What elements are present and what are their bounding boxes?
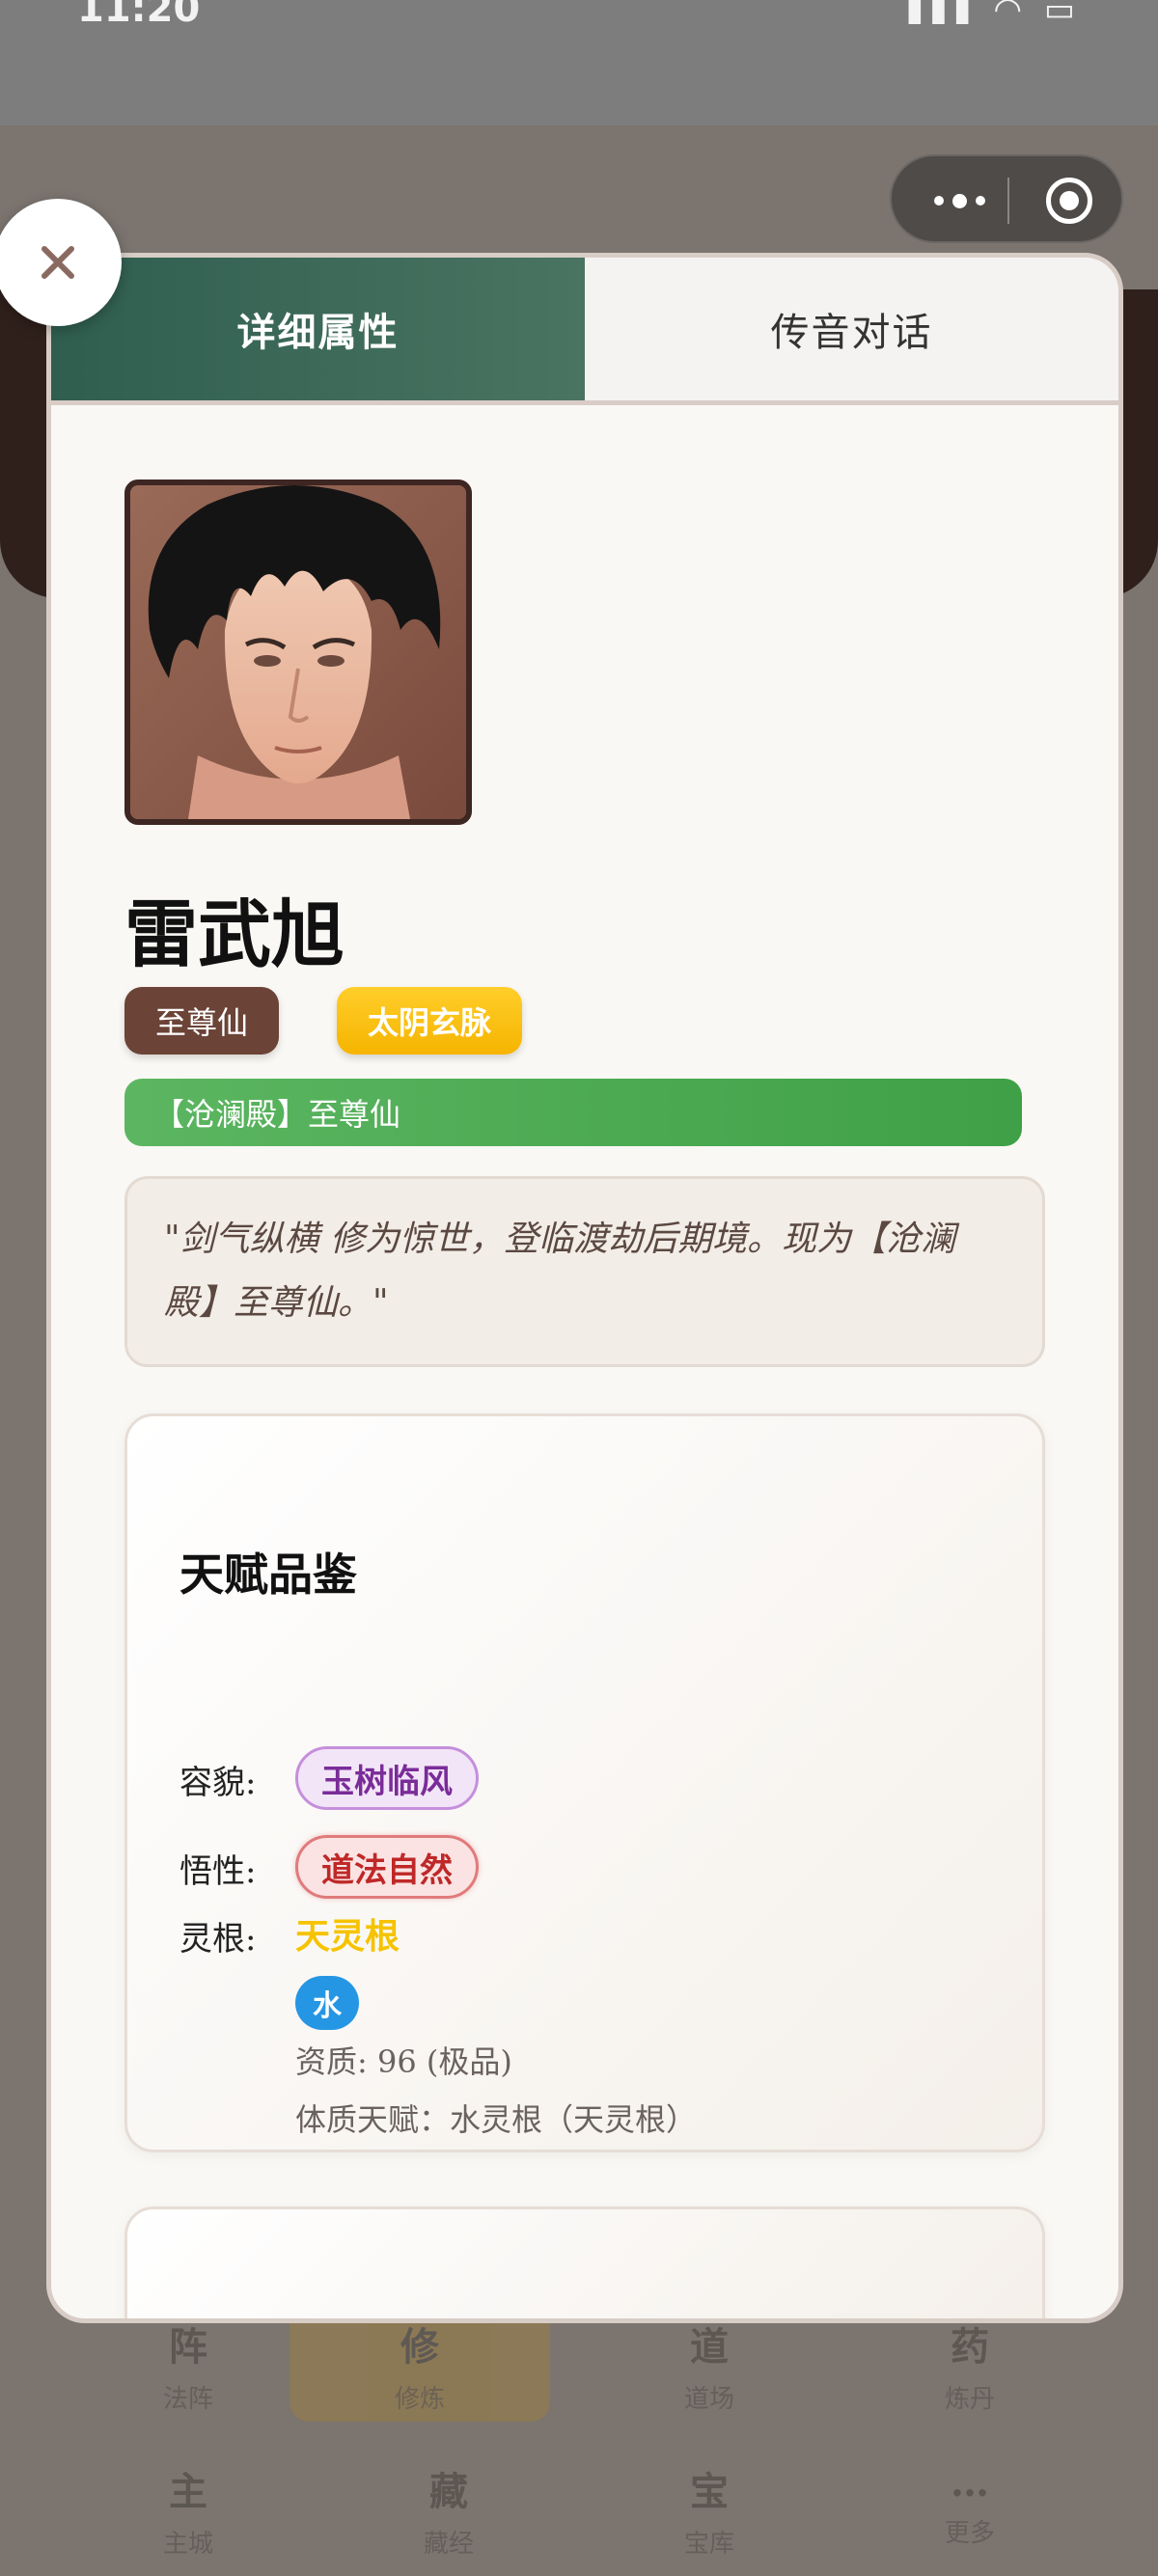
looks-label: 容貌: xyxy=(179,1764,257,1802)
spirit-root-grade: 天灵根 xyxy=(295,1916,400,1957)
close-icon xyxy=(41,246,74,279)
background-grid-item: 藏藏经 xyxy=(423,2469,474,2559)
status-bar: 11:20 ▮▮▮ ◠ ▭ xyxy=(0,0,1158,125)
talent-card: 天赋品鉴 容貌: 玉树临风 悟性: 道法自然 灵根: 天灵根 水 资质: 96 … xyxy=(124,1413,1045,2152)
character-detail-modal: 详细属性 传音对话 雷武旭 至尊仙 太阴玄脉 【沧澜殿】至尊仙 "剑气纵横 修为… xyxy=(46,253,1123,2323)
wisdom-chip: 道法自然 xyxy=(295,1835,479,1899)
close-button[interactable] xyxy=(0,199,122,326)
background-grid: 阵法阵 修修炼 道道场 药炼丹 主主城 藏藏经 宝宝库 … 更多 xyxy=(58,2296,1100,2576)
tab-bar: 详细属性 传音对话 xyxy=(51,258,1118,405)
status-time: 11:20 xyxy=(77,0,201,31)
capsule-divider xyxy=(1007,178,1009,224)
character-name: 雷武旭 xyxy=(124,891,345,977)
looks-chip: 玉树临风 xyxy=(295,1746,479,1810)
spirit-root-label: 灵根: xyxy=(179,1920,257,1959)
talent-card-title: 天赋品鉴 xyxy=(179,1548,357,1601)
character-avatar xyxy=(124,480,472,825)
wisdom-label: 悟性: xyxy=(179,1852,257,1891)
miniprogram-capsule xyxy=(890,154,1123,243)
rank-badge: 至尊仙 xyxy=(124,987,279,1055)
vein-badge: 太阴玄脉 xyxy=(337,987,522,1055)
physique-text: 体质天赋：水灵根（天灵根） xyxy=(295,2101,698,2138)
more-dots-icon[interactable] xyxy=(921,178,998,224)
tab-chat[interactable]: 传音对话 xyxy=(585,258,1118,400)
tab-underline xyxy=(51,400,1118,405)
status-icons: ▮▮▮ ◠ ▭ xyxy=(905,0,1081,29)
next-card xyxy=(124,2206,1045,2318)
background-grid-item: 主主城 xyxy=(162,2469,213,2559)
tab-details[interactable]: 详细属性 xyxy=(51,258,585,400)
aptitude-text: 资质: 96 (极品) xyxy=(295,2043,512,2080)
target-circle-icon[interactable] xyxy=(1046,178,1092,224)
character-quote: "剑气纵横 修为惊世，登临渡劫后期境。现为【沧澜殿】至尊仙。" xyxy=(124,1176,1045,1367)
portrait-image xyxy=(130,485,466,819)
background-grid-item: … 更多 xyxy=(944,2460,995,2548)
sect-title-bar: 【沧澜殿】至尊仙 xyxy=(124,1079,1022,1146)
element-water-badge: 水 xyxy=(295,1976,359,2030)
background-grid-item: 宝宝库 xyxy=(683,2469,734,2559)
